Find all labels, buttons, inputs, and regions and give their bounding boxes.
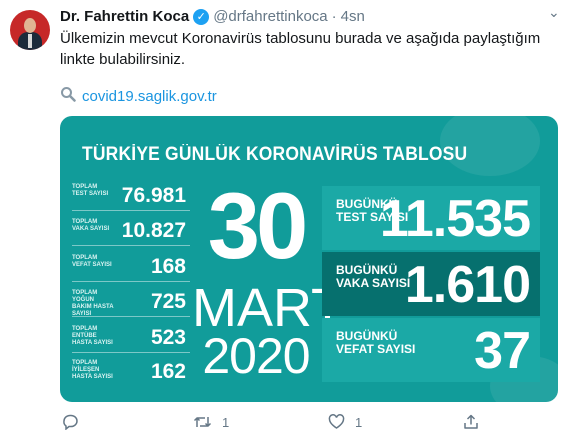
magnifier-icon: [60, 86, 76, 106]
tweet-header: Dr. Fahrettin Koca ✓ @drfahrettinkoca · …: [60, 8, 365, 25]
stat-value: 162: [150, 360, 186, 383]
divider: [72, 352, 190, 353]
stat-value: 76.981: [121, 184, 186, 207]
stat-label: TOPLAM İYİLEŞEN HASTA SAYISI: [72, 360, 113, 380]
tweet-time[interactable]: 4sn: [341, 8, 365, 25]
today-value: 37: [474, 322, 531, 380]
divider: [72, 210, 190, 211]
today-deaths-box: BUGÜNKÜ VEFAT SAYISI 37: [322, 318, 540, 382]
reply-button[interactable]: [62, 414, 79, 430]
like-button[interactable]: 1: [328, 414, 362, 430]
author-handle[interactable]: @drfahrettinkoca: [213, 8, 327, 25]
today-value: 11.535: [379, 190, 531, 248]
separator-dot: ·: [331, 8, 337, 25]
reply-icon: [63, 414, 78, 430]
stat-label: TOPLAM ENTÜBE HASTA SAYISI: [72, 326, 113, 346]
stat-label: TOPLAM YOĞUN BAKIM HASTA SAYISI: [72, 290, 114, 317]
avatar-face: [24, 18, 36, 33]
today-value: 1.610: [404, 256, 531, 314]
retweet-button[interactable]: 1: [193, 414, 229, 430]
stat-label: TOPLAM VEFAT SAYISI: [72, 255, 112, 268]
chevron-down-icon[interactable]: ⌄: [548, 4, 560, 21]
today-label: BUGÜNKÜ VEFAT SAYISI: [336, 329, 416, 356]
link-text[interactable]: covid19.saglik.gov.tr: [82, 88, 217, 105]
stat-value: 10.827: [121, 219, 186, 242]
today-cases-box: BUGÜNKÜ VAKA SAYISI 1.610: [322, 252, 540, 316]
like-icon: [328, 414, 345, 429]
divider: [72, 281, 190, 282]
today-test-box: BUGÜNKÜ TEST SAYISI 11.535: [322, 186, 540, 250]
tweet-text: Ülkemizin mevcut Koronavirüs tablosunu b…: [60, 30, 541, 68]
stat-value: 523: [150, 326, 186, 349]
divider: [72, 316, 190, 317]
stat-value: 725: [150, 290, 186, 313]
share-icon: [464, 414, 478, 429]
share-button[interactable]: [463, 414, 479, 430]
infographic-card[interactable]: TÜRKİYE GÜNLÜK KORONAVİRÜS TABLOSU TOPLA…: [60, 116, 558, 402]
date-year: 2020: [202, 328, 310, 384]
retweet-count: 1: [222, 414, 230, 430]
tweet-link[interactable]: covid19.saglik.gov.tr: [60, 86, 217, 106]
stat-label: TOPLAM VAKA SAYISI: [72, 219, 110, 232]
author-name[interactable]: Dr. Fahrettin Koca: [60, 8, 189, 25]
avatar-tie: [28, 34, 32, 48]
retweet-icon: [193, 417, 212, 427]
tweet-actions: 1 1: [60, 414, 560, 432]
like-count: 1: [355, 414, 363, 430]
divider: [72, 245, 190, 246]
avatar[interactable]: [10, 10, 50, 50]
verified-badge-icon: ✓: [193, 8, 210, 25]
date-day: 30: [207, 173, 309, 278]
card-title: TÜRKİYE GÜNLÜK KORONAVİRÜS TABLOSU: [82, 144, 468, 165]
stat-value: 168: [150, 255, 186, 278]
stat-label: TOPLAM TEST SAYISI: [72, 184, 109, 197]
